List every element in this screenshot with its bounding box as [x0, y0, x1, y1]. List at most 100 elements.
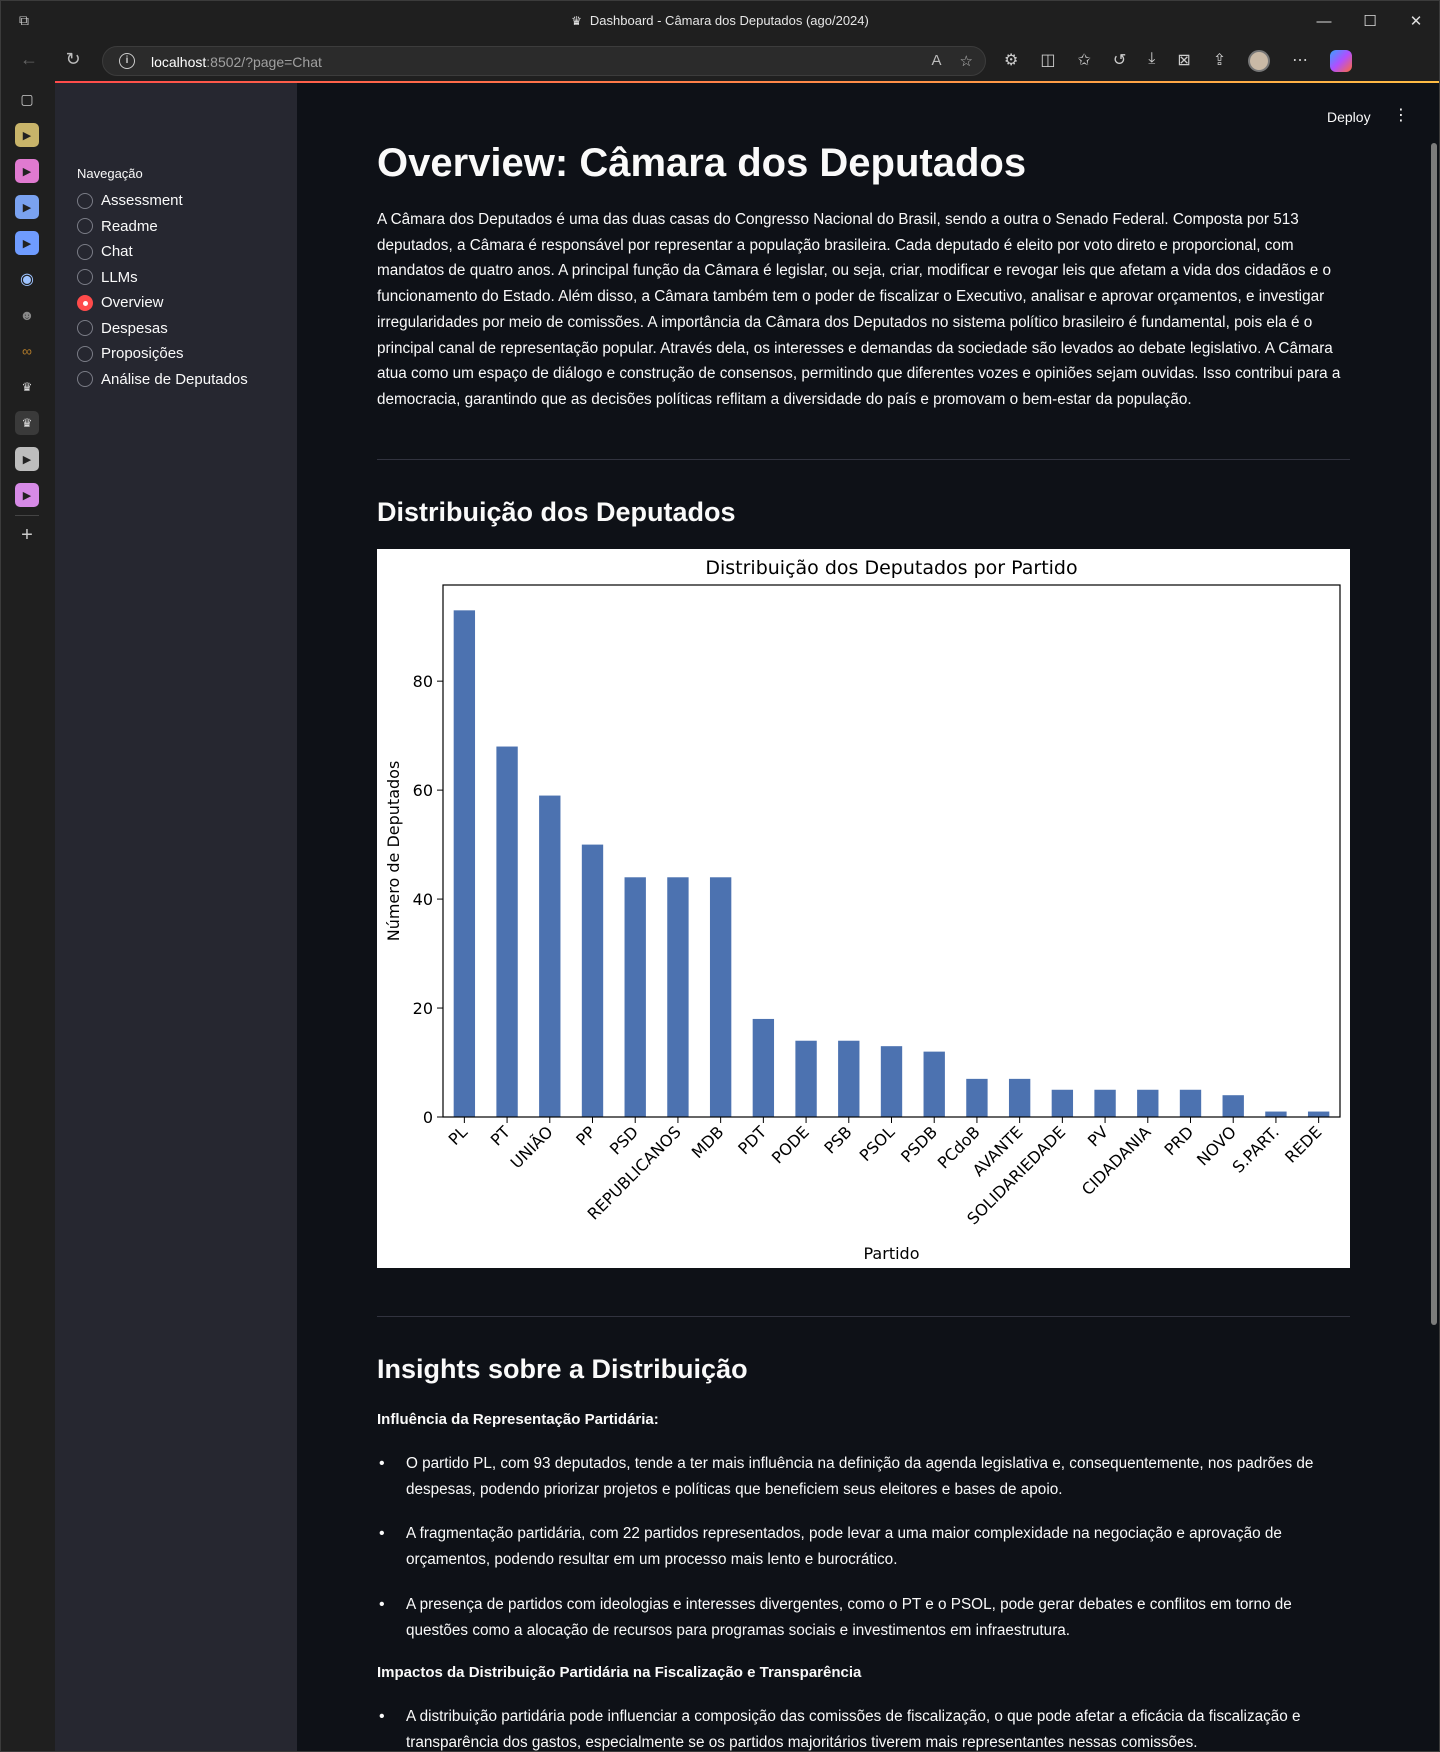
tab-favicon-8-icon[interactable]: ♛ — [15, 375, 39, 399]
x-axis-label: Partido — [864, 1244, 920, 1263]
x-tick-label-PSB: PSB — [820, 1122, 855, 1157]
screenshot-icon[interactable]: ⊠ — [1177, 50, 1190, 72]
bar-PL — [453, 610, 476, 1117]
deploy-button[interactable]: Deploy — [1327, 109, 1371, 125]
list-item: A distribuição partidária pode influenci… — [377, 1704, 1350, 1751]
list-item: A fragmentação partidária, com 22 partid… — [377, 1521, 1350, 1572]
tab-favicon-active-icon[interactable]: ♛ — [15, 411, 39, 435]
y-tick-label: 80 — [413, 672, 433, 691]
nav-item-proposicoes[interactable]: Proposições — [77, 341, 248, 367]
radio-icon[interactable] — [77, 269, 93, 286]
x-tick-label-PRD: PRD — [1160, 1122, 1197, 1159]
read-aloud-icon[interactable]: A — [932, 52, 942, 70]
favorite-star-icon[interactable]: ☆ — [960, 52, 973, 70]
insights-subheading-influence: Influência da Representação Partidária: — [377, 1411, 659, 1428]
more-menu-icon[interactable]: ⋯ — [1292, 50, 1308, 72]
intro-paragraph: A Câmara dos Deputados é uma das duas ca… — [377, 211, 1341, 408]
main-scrollbar[interactable] — [1431, 143, 1437, 1325]
tab-favicon-6-icon[interactable]: ☻ — [15, 303, 39, 327]
browser-window: ⧉ ♛ Dashboard - Câmara dos Deputados (ago… — [0, 0, 1440, 1752]
divider — [377, 1316, 1350, 1317]
x-tick-label-PSD: PSD — [606, 1122, 642, 1158]
new-tab-plus-icon[interactable]: + — [15, 523, 39, 547]
bar-MDB — [709, 877, 732, 1117]
extensions-icon[interactable]: ⚙ — [1004, 50, 1018, 72]
window-title: ♛ Dashboard - Câmara dos Deputados (ago/2… — [571, 13, 869, 28]
copilot-icon[interactable] — [1330, 50, 1353, 72]
x-tick-label-PP: PP — [572, 1122, 599, 1149]
favorites-icon[interactable]: ✩ — [1077, 50, 1090, 72]
party-distribution-chart: Distribuição dos Deputados por Partido 0 2… — [377, 549, 1350, 1268]
nav-item-llms[interactable]: LLMs — [77, 265, 248, 291]
nav-item-assessment[interactable]: Assessment — [77, 188, 248, 214]
close-button[interactable]: ✕ — [1393, 1, 1439, 41]
x-tick-label-REDE: REDE — [1281, 1122, 1325, 1166]
nav-item-chat[interactable]: Chat — [77, 239, 248, 265]
chart-title: Distribuição dos Deputados por Partido — [705, 557, 1077, 579]
back-arrow-icon[interactable]: ← — [15, 49, 43, 73]
navigation-label: Navegação — [77, 166, 143, 181]
radio-icon[interactable] — [77, 218, 93, 235]
split-screen-icon[interactable]: ◫ — [1040, 50, 1055, 72]
tab-favicon-4-icon[interactable]: ▶ — [15, 231, 39, 255]
refresh-icon[interactable]: ↻ — [59, 49, 87, 73]
x-tick-label-PSOL: PSOL — [856, 1122, 899, 1165]
divider — [377, 459, 1350, 460]
x-tick-label-UNIÃO: UNIÃO — [507, 1122, 557, 1172]
x-tick-label-MDB: MDB — [688, 1122, 728, 1162]
main-content-area: Deploy ⋮ Overview: Câmara dos Deputados … — [297, 83, 1439, 1751]
bar-PDT — [752, 1018, 775, 1117]
share-icon[interactable]: ⇪ — [1213, 50, 1226, 72]
bar-PSOL — [880, 1046, 903, 1117]
nav-item-analise-deputados[interactable]: Análise de Deputados — [77, 367, 248, 393]
bar-PP — [581, 844, 604, 1117]
edge-vertical-sidebar: ▢ ▶ ▶ ▶ ▶ ◉ ☻ ∞ ♛ ♛ ▶ ▶ + — [1, 81, 53, 1751]
y-tick-label: 40 — [413, 890, 433, 909]
history-icon[interactable]: ↺ — [1113, 50, 1126, 72]
nav-item-despesas[interactable]: Despesas — [77, 316, 248, 342]
maximize-button[interactable]: ☐ — [1347, 1, 1393, 41]
plot-frame — [442, 584, 1341, 1118]
tab-favicon-3-icon[interactable]: ▶ — [15, 195, 39, 219]
nav-item-readme[interactable]: Readme — [77, 214, 248, 240]
tab-favicon-10-icon[interactable]: ▶ — [15, 483, 39, 507]
bar-PSD — [624, 877, 646, 1117]
tab-favicon-9-icon[interactable]: ▶ — [15, 447, 39, 471]
radio-icon[interactable] — [77, 345, 93, 362]
insights-heading: Insights sobre a Distribuição — [377, 1354, 748, 1384]
url-text[interactable]: localhost:8502/?page=Chat — [151, 54, 322, 70]
y-tick-label: 20 — [413, 999, 433, 1018]
distribution-heading: Distribuição dos Deputados — [377, 497, 736, 527]
site-info-icon[interactable]: i — [119, 53, 135, 69]
navigation-radio-group: Assessment Readme Chat LLMs Overview Des… — [77, 188, 248, 392]
nav-item-overview[interactable]: Overview — [77, 290, 248, 316]
bar-SOLIDARIEDADE — [1051, 1089, 1074, 1117]
radio-selected-icon[interactable] — [77, 294, 93, 311]
radio-icon[interactable] — [77, 371, 93, 388]
tab-favicon-1-icon[interactable]: ▶ — [15, 123, 39, 147]
page-title: Overview: Câmara dos Deputados — [377, 141, 1027, 185]
y-axis-label: Número de Deputados — [384, 761, 403, 942]
downloads-icon[interactable]: ⤓ — [1148, 50, 1155, 72]
minimize-button[interactable]: — — [1301, 1, 1347, 41]
tab-actions-icon[interactable]: ▢ — [15, 87, 39, 111]
list-item: O partido PL, com 93 deputados, tende a … — [377, 1451, 1350, 1502]
bar-CIDADANIA — [1137, 1089, 1159, 1117]
address-bar[interactable]: i localhost:8502/?page=Chat A ☆ — [102, 46, 986, 76]
x-tick-label-PV: PV — [1084, 1122, 1112, 1150]
radio-icon[interactable] — [77, 320, 93, 337]
chart-svg: Distribuição dos Deputados por Partido 0 2… — [384, 557, 1341, 1263]
tab-favicon-7-icon[interactable]: ∞ — [15, 339, 39, 363]
main-menu-kebab-icon[interactable]: ⋮ — [1393, 105, 1409, 125]
tab-favicon-5-icon[interactable]: ◉ — [15, 267, 39, 291]
list-item: A presença de partidos com ideologias e … — [377, 1592, 1350, 1643]
bar-UNIÃO — [539, 795, 561, 1117]
radio-icon[interactable] — [77, 243, 93, 260]
tab-favicon-2-icon[interactable]: ▶ — [15, 159, 39, 183]
radio-icon[interactable] — [77, 192, 93, 209]
bar-NOVO — [1222, 1095, 1244, 1117]
bar-REPUBLICANOS — [667, 877, 689, 1117]
profile-avatar[interactable] — [1248, 50, 1271, 72]
bar-PODE — [795, 1040, 817, 1117]
bar-PRD — [1179, 1089, 1202, 1117]
